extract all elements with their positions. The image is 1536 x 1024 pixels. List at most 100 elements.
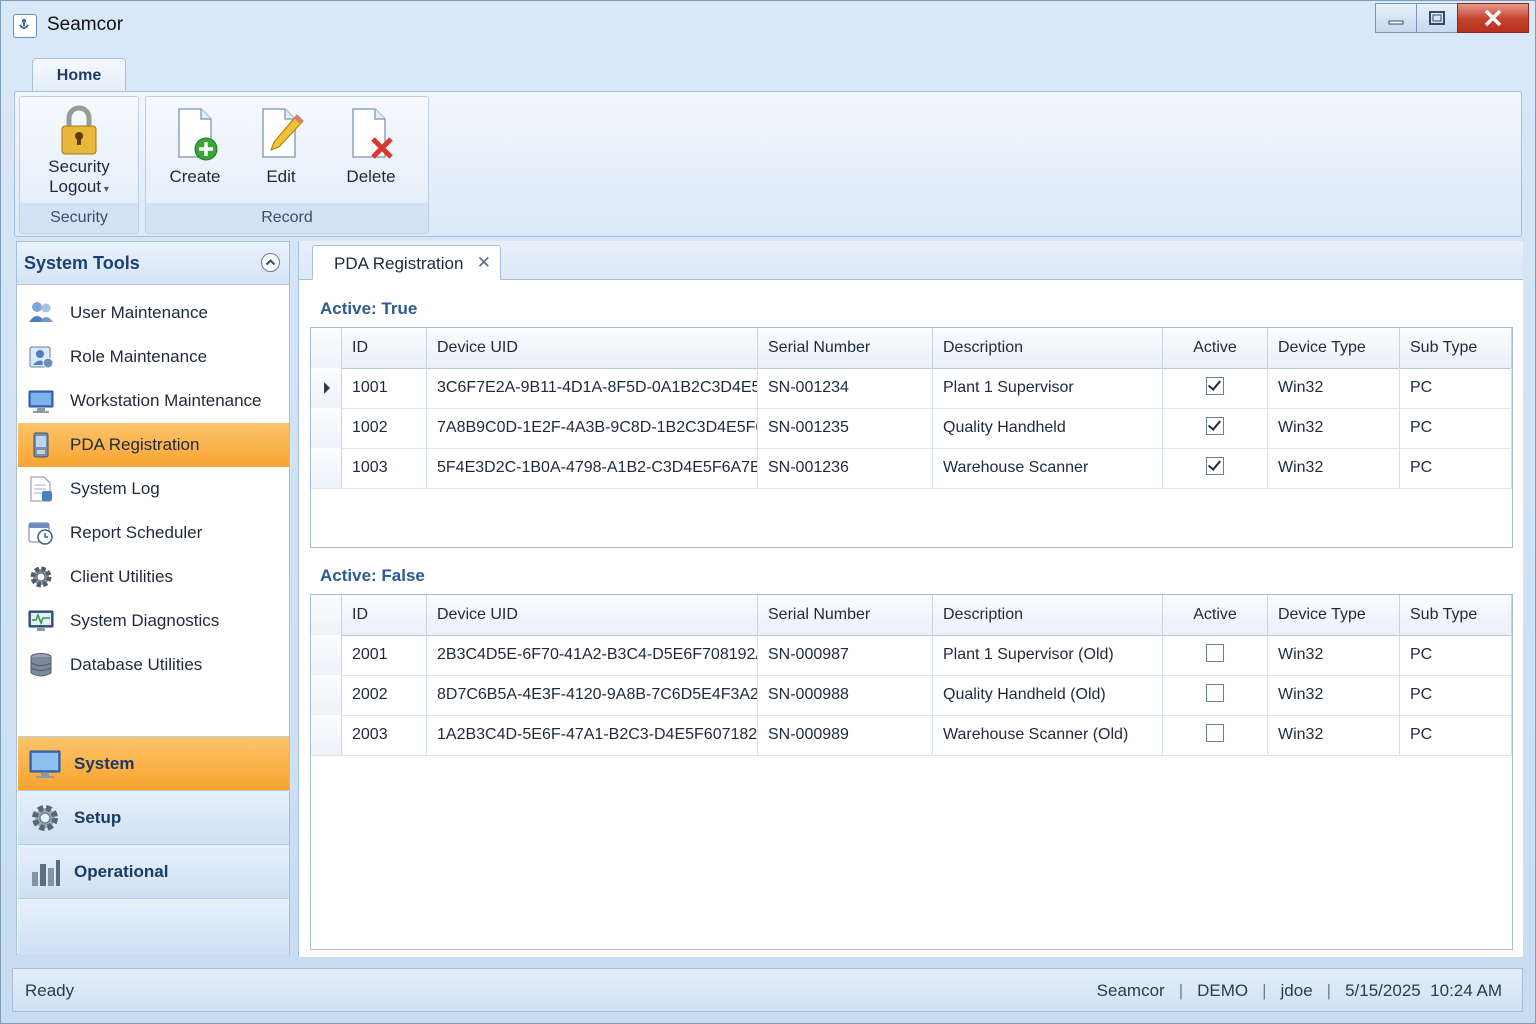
column-header[interactable]: Serial Number (758, 328, 933, 368)
column-header[interactable]: Device UID (427, 328, 758, 368)
close-button[interactable] (1457, 3, 1529, 33)
column-header[interactable]: Sub Type (1400, 328, 1512, 368)
column-header[interactable]: ID (342, 595, 427, 635)
checkbox-checked[interactable] (1206, 376, 1224, 395)
table-row[interactable]: 1003 5F4E3D2C-1B0A-4798-A1B2-C3D4E5F6A7B8… (311, 448, 1512, 489)
row-selector[interactable] (311, 368, 342, 408)
minimize-button[interactable] (1375, 3, 1417, 33)
document-area: PDA Registration ✕ Active: True ID Device… (298, 241, 1523, 957)
cell-id[interactable]: 2002 (342, 675, 427, 715)
calendar-clock-icon (28, 520, 54, 551)
table-row[interactable]: 2002 8D7C6B5A-4E3F-4120-9A8B-7C6D5E4F3A2B… (311, 675, 1512, 716)
cell-serial[interactable]: SN-001236 (758, 448, 933, 488)
delete-button[interactable]: Delete (326, 105, 416, 187)
cell-serial[interactable]: SN-001235 (758, 408, 933, 448)
checkbox-unchecked[interactable] (1206, 643, 1224, 662)
cell-description[interactable]: Quality Handheld (933, 408, 1163, 448)
collapse-button[interactable] (261, 253, 280, 272)
cell-serial[interactable]: SN-001234 (758, 368, 933, 408)
cell-id[interactable]: 1001 (342, 368, 427, 408)
cell-description[interactable]: Plant 1 Supervisor (933, 368, 1163, 408)
cell-serial[interactable]: SN-000989 (758, 715, 933, 755)
cell-device-type[interactable]: Win32 (1268, 408, 1400, 448)
cell-description[interactable]: Quality Handheld (Old) (933, 675, 1163, 715)
cell-uid[interactable]: 1A2B3C4D-5E6F-47A1-B2C3-D4E5F6071829 (427, 715, 758, 755)
cell-id[interactable]: 2001 (342, 635, 427, 675)
cell-uid[interactable]: 7A8B9C0D-1E2F-4A3B-9C8D-1B2C3D4E5F6A (427, 408, 758, 448)
cell-description[interactable]: Plant 1 Supervisor (Old) (933, 635, 1163, 675)
ribbon-tab-home[interactable]: Home (32, 58, 126, 93)
table-row[interactable]: 1002 7A8B9C0D-1E2F-4A3B-9C8D-1B2C3D4E5F6A… (311, 408, 1512, 449)
row-selector[interactable] (311, 448, 342, 488)
checkbox-checked[interactable] (1206, 416, 1224, 435)
checkbox-unchecked[interactable] (1206, 683, 1224, 702)
column-header[interactable]: Device UID (427, 595, 758, 635)
gear-icon (29, 802, 61, 839)
cell-sub-type[interactable]: PC (1400, 448, 1512, 488)
checkbox-checked[interactable] (1206, 456, 1224, 475)
cell-uid[interactable]: 3C6F7E2A-9B11-4D1A-8F5D-0A1B2C3D4E5F (427, 368, 758, 408)
cell-active (1163, 368, 1268, 408)
edit-button[interactable]: Edit (236, 105, 326, 187)
cell-description[interactable]: Warehouse Scanner (Old) (933, 715, 1163, 755)
cell-serial[interactable]: SN-000988 (758, 675, 933, 715)
sidebar-item-database-utilities[interactable]: Database Utilities (18, 643, 289, 687)
column-header[interactable]: Active (1163, 595, 1268, 635)
category-system[interactable]: System (18, 736, 289, 790)
cell-sub-type[interactable]: PC (1400, 715, 1512, 755)
category-operational[interactable]: Operational (18, 844, 289, 898)
column-header[interactable]: Sub Type (1400, 595, 1512, 635)
sidebar-item-user-maintenance[interactable]: User Maintenance (18, 291, 289, 335)
table-row[interactable]: 1001 3C6F7E2A-9B11-4D1A-8F5D-0A1B2C3D4E5F… (311, 368, 1512, 409)
cell-device-type[interactable]: Win32 (1268, 715, 1400, 755)
column-header[interactable]: Device Type (1268, 595, 1400, 635)
grid-inactive-devices[interactable]: ID Device UID Serial Number Description Acti… (310, 594, 1513, 950)
row-selector[interactable] (311, 675, 342, 715)
cell-id[interactable]: 1003 (342, 448, 427, 488)
grid-header-row: ID Device UID Serial Number Description Acti… (311, 595, 1512, 636)
column-header[interactable]: Description (933, 595, 1163, 635)
cell-uid[interactable]: 2B3C4D5E-6F70-41A2-B3C4-D5E6F708192A (427, 635, 758, 675)
row-selector[interactable] (311, 408, 342, 448)
column-header[interactable]: Description (933, 328, 1163, 368)
cell-uid[interactable]: 5F4E3D2C-1B0A-4798-A1B2-C3D4E5F6A7B8 (427, 448, 758, 488)
cell-device-type[interactable]: Win32 (1268, 368, 1400, 408)
cell-device-type[interactable]: Win32 (1268, 448, 1400, 488)
cell-uid[interactable]: 8D7C6B5A-4E3F-4120-9A8B-7C6D5E4F3A2B (427, 675, 758, 715)
cell-device-type[interactable]: Win32 (1268, 675, 1400, 715)
sidebar-item-role-maintenance[interactable]: Role Maintenance (18, 335, 289, 379)
checkbox-unchecked[interactable] (1206, 723, 1224, 742)
sidebar-item-system-diagnostics[interactable]: System Diagnostics (18, 599, 289, 643)
row-selector[interactable] (311, 715, 342, 755)
category-setup[interactable]: Setup (18, 790, 289, 844)
sidebar-item-pda-registration[interactable]: PDA Registration (18, 423, 289, 467)
column-header[interactable]: Device Type (1268, 328, 1400, 368)
table-row[interactable]: 2003 1A2B3C4D-5E6F-47A1-B2C3-D4E5F6071829… (311, 715, 1512, 756)
cell-sub-type[interactable]: PC (1400, 368, 1512, 408)
cell-serial[interactable]: SN-000987 (758, 635, 933, 675)
sidebar-item-system-log[interactable]: System Log (18, 467, 289, 511)
cell-sub-type[interactable]: PC (1400, 635, 1512, 675)
row-selector[interactable] (311, 635, 342, 675)
create-button[interactable]: Create (150, 105, 240, 187)
sidebar-item-report-scheduler[interactable]: Report Scheduler (18, 511, 289, 555)
title-bar[interactable]: Seamcor (1, 1, 1535, 51)
column-header[interactable]: ID (342, 328, 427, 368)
cell-sub-type[interactable]: PC (1400, 408, 1512, 448)
cell-description[interactable]: Warehouse Scanner (933, 448, 1163, 488)
sidebar-item-client-utilities[interactable]: Client Utilities (18, 555, 289, 599)
maximize-button[interactable] (1416, 3, 1458, 33)
system-tools-header[interactable]: System Tools (17, 242, 289, 285)
cell-id[interactable]: 2003 (342, 715, 427, 755)
grid-active-devices[interactable]: ID Device UID Serial Number Description Acti… (310, 327, 1513, 548)
tab-pda-registration[interactable]: PDA Registration ✕ (312, 245, 501, 280)
sidebar-item-workstation-maintenance[interactable]: Workstation Maintenance (18, 379, 289, 423)
close-tab-icon[interactable]: ✕ (477, 253, 491, 273)
security-logout-button[interactable]: Security Logout ▾ (20, 103, 138, 200)
cell-id[interactable]: 1002 (342, 408, 427, 448)
cell-device-type[interactable]: Win32 (1268, 635, 1400, 675)
cell-sub-type[interactable]: PC (1400, 675, 1512, 715)
column-header[interactable]: Active (1163, 328, 1268, 368)
table-row[interactable]: 2001 2B3C4D5E-6F70-41A2-B3C4-D5E6F708192A… (311, 635, 1512, 676)
column-header[interactable]: Serial Number (758, 595, 933, 635)
